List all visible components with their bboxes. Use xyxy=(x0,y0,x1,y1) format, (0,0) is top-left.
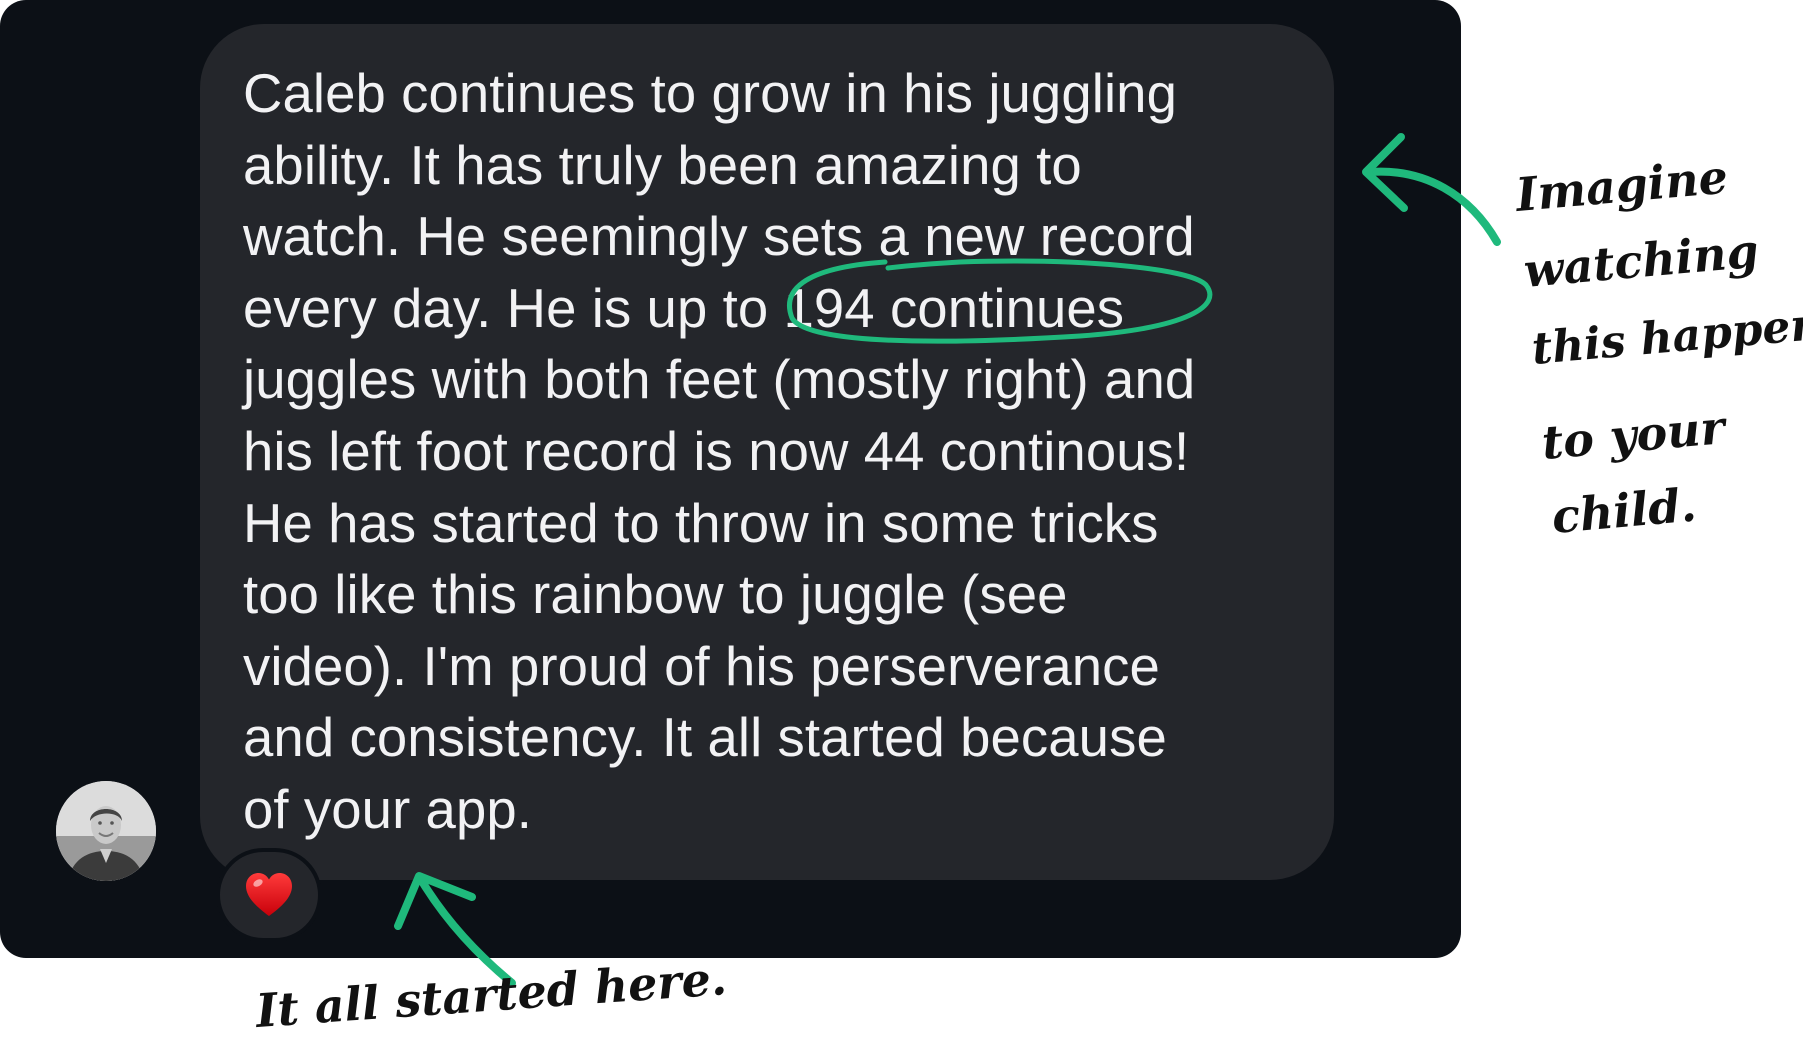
reaction-button[interactable] xyxy=(216,848,322,942)
annotation-note-line: watching xyxy=(1521,223,1761,298)
avatar-photo xyxy=(56,781,156,881)
annotation-note-line: this happen xyxy=(1529,298,1803,375)
message-bubble[interactable]: Caleb continues to grow in his juggling … xyxy=(200,24,1334,880)
annotation-note-line: Imagine xyxy=(1513,149,1730,222)
message-text: Caleb continues to grow in his juggling … xyxy=(243,63,1196,840)
annotation-bottom-note: It all started here. xyxy=(254,951,729,1038)
annotation-note-line: child. xyxy=(1549,477,1699,544)
avatar[interactable] xyxy=(56,781,156,881)
heart-icon xyxy=(246,873,292,916)
message-screenshot: Caleb continues to grow in his juggling … xyxy=(0,0,1461,958)
annotation-note-line: to your xyxy=(1539,400,1727,470)
